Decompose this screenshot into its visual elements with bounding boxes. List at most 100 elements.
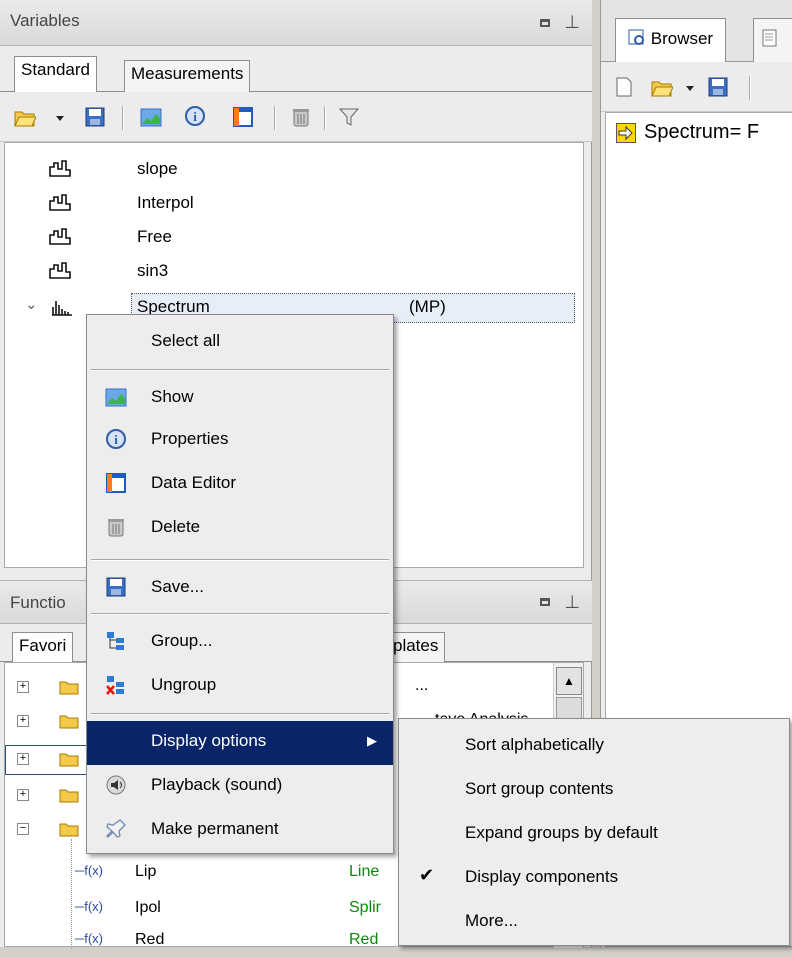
menu-item-ungroup[interactable]: Ungroup	[87, 665, 393, 707]
group-icon	[107, 632, 124, 650]
pin-icon[interactable]: ⊥	[564, 592, 580, 613]
tab-second[interactable]	[753, 18, 792, 62]
checkmark-icon: ✔	[419, 865, 435, 885]
function-desc: Line	[349, 863, 380, 880]
menu-item-more[interactable]: More...	[399, 901, 789, 943]
speaker-icon	[106, 775, 126, 795]
function-desc: Red	[349, 931, 379, 948]
tab-favorites[interactable]: Favori	[12, 632, 74, 662]
properties-icon: i	[106, 429, 126, 449]
function-name: Red	[135, 931, 165, 948]
menu-separator	[91, 559, 389, 561]
tab-browser[interactable]: Browser	[615, 18, 727, 62]
browser-icon	[628, 29, 644, 45]
partial-text: ...	[415, 677, 429, 694]
save-icon[interactable]	[707, 76, 729, 98]
expand-chevron-icon[interactable]: ⌄	[25, 295, 38, 313]
function-icon: ─f(x)	[75, 899, 103, 914]
delete-icon	[108, 519, 124, 537]
list-item[interactable]: slope	[5, 155, 575, 185]
variables-toolbar: i	[0, 92, 592, 142]
folder-icon	[59, 789, 79, 803]
spectrum-icon	[52, 301, 72, 316]
menu-item-sort-alphabetically[interactable]: Sort alphabetically	[399, 725, 789, 767]
open-folder-icon[interactable]	[14, 106, 36, 128]
tab-standard[interactable]: Standard	[14, 56, 97, 92]
right-tabstrip: Browser	[601, 0, 792, 62]
folder-icon	[59, 715, 79, 729]
menu-item-data-editor[interactable]: Data Editor	[87, 463, 393, 505]
save-icon[interactable]	[84, 106, 106, 128]
menu-item-properties[interactable]: i Properties	[87, 419, 393, 461]
submenu-arrow-icon: ▶	[367, 733, 377, 748]
expand-icon[interactable]: +	[17, 753, 29, 765]
menu-item-group[interactable]: Group...	[87, 621, 393, 663]
maximize-icon[interactable]	[540, 598, 551, 606]
context-menu: Select all Show i Properties Data Editor…	[86, 314, 394, 854]
display-options-submenu: Sort alphabetically Sort group contents …	[398, 718, 790, 946]
dropdown-arrow-icon[interactable]	[683, 76, 697, 98]
menu-item-delete[interactable]: Delete	[87, 507, 393, 549]
menu-separator	[91, 713, 389, 715]
collapse-icon[interactable]: −	[17, 823, 29, 835]
folder-open-icon	[59, 823, 79, 837]
folder-icon	[59, 753, 79, 767]
histogram-icon	[49, 194, 71, 211]
expand-icon[interactable]: +	[17, 715, 29, 727]
variables-tabstrip: Standard Measurements	[0, 46, 592, 92]
function-icon: ─f(x)	[75, 931, 103, 946]
menu-separator	[91, 613, 389, 615]
histogram-icon	[49, 160, 71, 177]
menu-item-select-all[interactable]: Select all	[87, 321, 393, 363]
variables-panel-header: Variables ⊥	[0, 0, 592, 46]
tab-measurements[interactable]: Measurements	[124, 60, 251, 92]
svg-text:i: i	[114, 432, 118, 447]
save-icon	[106, 577, 126, 597]
filter-icon[interactable]	[338, 106, 360, 128]
pin-icon[interactable]: ⊥	[564, 12, 580, 33]
menu-item-display-components[interactable]: ✔ Display components	[399, 857, 789, 899]
properties-icon[interactable]: i	[184, 105, 206, 127]
menu-item-expand-groups[interactable]: Expand groups by default	[399, 813, 789, 855]
show-chart-icon	[105, 388, 127, 407]
toolbar-separator	[274, 106, 276, 130]
tab-browser-label: Browser	[650, 29, 714, 48]
browser-line-text: Spectrum= F	[644, 121, 760, 143]
menu-item-make-permanent[interactable]: Make permanent	[87, 809, 393, 851]
menu-item-show[interactable]: Show	[87, 377, 393, 419]
right-toolbar	[601, 62, 792, 112]
function-name: Lip	[135, 863, 157, 880]
show-chart-icon[interactable]	[140, 106, 162, 128]
data-editor-icon[interactable]	[232, 106, 254, 128]
list-item[interactable]: Interpol	[5, 189, 575, 219]
menu-item-save[interactable]: Save...	[87, 567, 393, 609]
menu-item-playback[interactable]: Playback (sound)	[87, 765, 393, 807]
menu-item-sort-group-contents[interactable]: Sort group contents	[399, 769, 789, 811]
folder-icon	[59, 681, 79, 695]
new-document-icon[interactable]	[613, 76, 635, 98]
delete-icon[interactable]	[290, 106, 312, 128]
variable-name: slope	[137, 159, 178, 178]
function-icon: ─f(x)	[75, 863, 103, 878]
expand-icon[interactable]: +	[17, 681, 29, 693]
variable-name: sin3	[137, 261, 169, 280]
list-item[interactable]: sin3	[5, 257, 575, 287]
dropdown-arrow-icon[interactable]	[53, 106, 67, 128]
svg-text:i: i	[193, 109, 197, 124]
data-editor-icon	[106, 473, 126, 493]
maximize-icon[interactable]	[540, 18, 551, 27]
expand-icon[interactable]: +	[17, 789, 29, 801]
toolbar-separator	[749, 76, 751, 100]
toolbar-separator	[122, 106, 124, 130]
function-desc: Splir	[349, 899, 382, 916]
open-folder-icon[interactable]	[651, 76, 673, 98]
histogram-icon	[49, 228, 71, 245]
menu-item-display-options[interactable]: Display options ▶	[87, 721, 393, 765]
menu-separator	[91, 369, 389, 371]
tab-templates[interactable]: plates	[386, 632, 446, 662]
list-item[interactable]: Free	[5, 223, 575, 253]
toolbar-separator	[324, 106, 326, 130]
document-icon	[762, 29, 777, 47]
variable-name: Free	[137, 227, 172, 246]
scroll-up-button[interactable]: ▲	[556, 667, 582, 695]
